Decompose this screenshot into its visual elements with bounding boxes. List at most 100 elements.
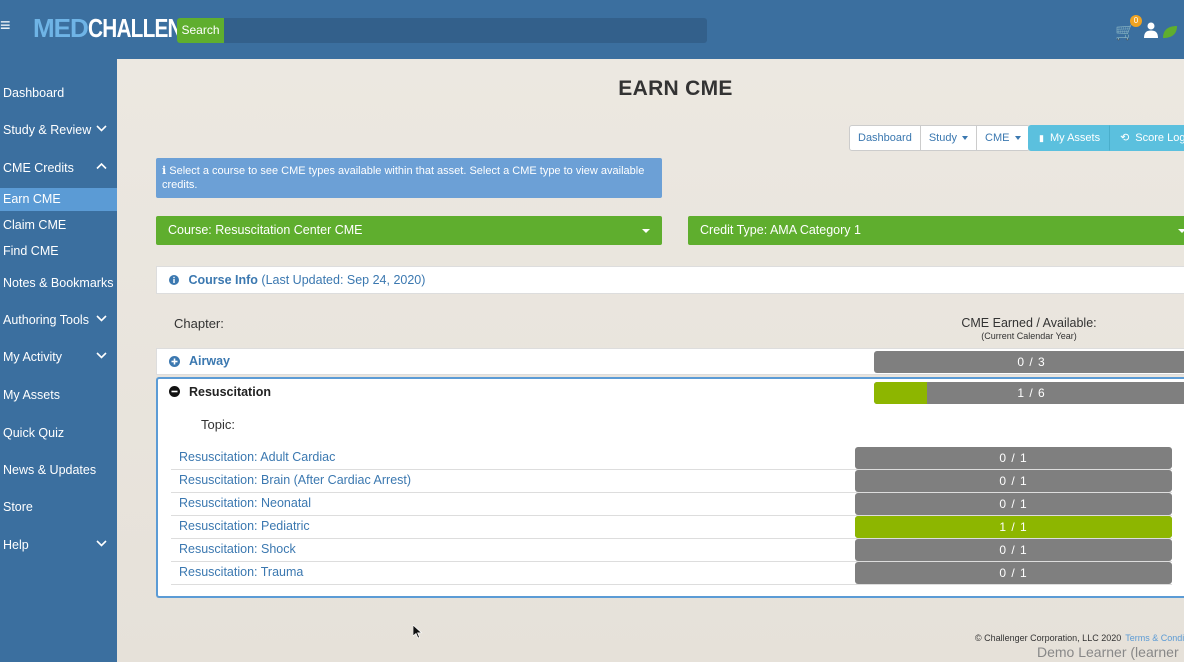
sidebar-item-label: Store bbox=[3, 500, 33, 514]
credit-type-select[interactable]: Credit Type: AMA Category 1 bbox=[688, 216, 1184, 245]
search-bar: Search bbox=[177, 18, 707, 43]
user-icon[interactable] bbox=[1144, 22, 1158, 38]
cme-dropdown-button[interactable]: CME bbox=[977, 125, 1030, 151]
cme-header-subtitle: (Current Calendar Year) bbox=[981, 331, 1077, 341]
topic-row: Resuscitation: Adult Cardiac 0 / 1 bbox=[171, 447, 1172, 470]
sidebar-item-label: Earn CME bbox=[3, 192, 61, 206]
sidebar-item-label: Authoring Tools bbox=[3, 313, 89, 327]
sidebar-item-news-updates[interactable]: News & Updates bbox=[0, 463, 117, 479]
study-button-label: Study bbox=[928, 132, 957, 144]
chevron-down-icon bbox=[96, 123, 107, 137]
sidebar-item-earn-cme[interactable]: Earn CME bbox=[0, 188, 117, 211]
book-icon: ▮ bbox=[1039, 133, 1044, 143]
leaf-icon[interactable] bbox=[1162, 25, 1178, 39]
sidebar-item-find-cme[interactable]: Find CME bbox=[0, 244, 117, 260]
topic-link[interactable]: Resuscitation: Neonatal bbox=[179, 496, 311, 510]
course-select[interactable]: Course: Resuscitation Center CME bbox=[156, 216, 662, 245]
topic-progress-bar: 0 / 1 bbox=[855, 447, 1172, 469]
topic-row: Resuscitation: Trauma 0 / 1 bbox=[171, 562, 1172, 585]
topic-progress-bar: 0 / 1 bbox=[855, 562, 1172, 584]
topic-progress-bar: 0 / 1 bbox=[855, 470, 1172, 492]
progress-text: 0 / 1 bbox=[999, 566, 1028, 580]
history-icon: ⟲ bbox=[1120, 132, 1130, 144]
sidebar-item-label: My Activity bbox=[3, 350, 63, 364]
minus-circle-icon bbox=[169, 386, 180, 397]
my-assets-button[interactable]: ▮ My Assets bbox=[1028, 125, 1110, 151]
sidebar-item-help[interactable]: Help bbox=[0, 538, 117, 554]
topic-link[interactable]: Resuscitation: Trauma bbox=[179, 565, 303, 579]
cme-column-header: CME Earned / Available: (Current Calenda… bbox=[937, 316, 1121, 342]
topic-row: Resuscitation: Shock 0 / 1 bbox=[171, 539, 1172, 562]
topic-progress-bar: 0 / 1 bbox=[855, 539, 1172, 561]
progress-text: 0 / 1 bbox=[999, 497, 1028, 511]
info-icon: ℹ bbox=[162, 165, 167, 177]
topic-link[interactable]: Resuscitation: Brain (After Cardiac Arre… bbox=[179, 473, 411, 487]
progress-text: 0 / 3 bbox=[1017, 355, 1046, 369]
topic-row: Resuscitation: Brain (After Cardiac Arre… bbox=[171, 470, 1172, 493]
info-alert-text: Select a course to see CME types availab… bbox=[162, 165, 645, 191]
chapter-progress-bar: 1 / 6 bbox=[874, 382, 1184, 404]
sidebar-item-label: Quick Quiz bbox=[3, 426, 65, 440]
sidebar-item-authoring-tools[interactable]: Authoring Tools bbox=[0, 313, 117, 329]
topic-link[interactable]: Resuscitation: Pediatric bbox=[179, 519, 310, 533]
topic-column-header: Topic: bbox=[201, 417, 235, 432]
topic-link[interactable]: Resuscitation: Adult Cardiac bbox=[179, 450, 335, 464]
topic-link[interactable]: Resuscitation: Shock bbox=[179, 542, 296, 556]
caret-down-icon bbox=[1178, 229, 1184, 233]
caret-down-icon bbox=[1014, 136, 1021, 141]
topic-progress-bar: 0 / 1 bbox=[855, 493, 1172, 515]
sidebar-item-label: Find CME bbox=[3, 244, 59, 258]
sidebar-item-my-activity[interactable]: My Activity bbox=[0, 350, 117, 366]
sidebar-item-quick-quiz[interactable]: Quick Quiz bbox=[0, 426, 117, 442]
progress-fill bbox=[874, 382, 927, 404]
sidebar-item-label: Help bbox=[3, 538, 29, 552]
page-title: EARN CME bbox=[618, 77, 733, 100]
sidebar-item-store[interactable]: Store bbox=[0, 500, 117, 516]
progress-text: 1 / 6 bbox=[1017, 386, 1046, 400]
sidebar-item-label: Notes & Bookmarks bbox=[3, 276, 114, 290]
footer-user-name: Demo Learner (learner bbox=[1037, 644, 1179, 660]
terms-link[interactable]: Terms & Conditions bbox=[1125, 633, 1184, 643]
search-input[interactable] bbox=[224, 18, 707, 43]
dashboard-button[interactable]: Dashboard bbox=[849, 125, 921, 151]
progress-text: 1 / 1 bbox=[999, 520, 1028, 534]
hamburger-menu-icon[interactable]: ≡ bbox=[0, 16, 12, 34]
logo-med: MED bbox=[33, 13, 89, 43]
progress-text: 0 / 1 bbox=[999, 543, 1028, 557]
sidebar-item-notes-bookmarks[interactable]: Notes & Bookmarks bbox=[0, 276, 117, 292]
sidebar-item-claim-cme[interactable]: Claim CME bbox=[0, 218, 117, 234]
dashboard-button-label: Dashboard bbox=[858, 132, 912, 144]
sidebar-item-label: Dashboard bbox=[3, 86, 65, 100]
cme-button-label: CME bbox=[985, 132, 1010, 144]
caret-down-icon bbox=[642, 229, 650, 233]
main-content: EARN CME Dashboard Study CME ▮ My Assets … bbox=[117, 59, 1184, 662]
cme-header-title: CME Earned / Available: bbox=[961, 316, 1097, 330]
chapter-progress-bar: 0 / 3 bbox=[874, 351, 1184, 373]
score-log-button[interactable]: ⟲ Score Log bbox=[1109, 125, 1184, 151]
progress-text: 0 / 1 bbox=[999, 474, 1028, 488]
sidebar-item-label: CME Credits bbox=[3, 161, 74, 175]
caret-down-icon bbox=[962, 136, 969, 141]
chevron-down-icon bbox=[96, 350, 107, 364]
my-assets-label: My Assets bbox=[1049, 132, 1101, 144]
course-info-label: Course Info bbox=[188, 273, 258, 287]
sidebar-item-dashboard[interactable]: Dashboard bbox=[0, 86, 117, 102]
chapter-title: Resuscitation bbox=[189, 385, 271, 399]
top-navbar: ≡ MEDCHALLENGER Search 🛒 0 bbox=[0, 0, 1184, 59]
chevron-down-icon bbox=[96, 538, 107, 552]
chapter-title: Airway bbox=[189, 354, 230, 368]
chapter-row-airway[interactable]: Airway 0 / 3 bbox=[156, 348, 1184, 375]
chapter-column-header: Chapter: bbox=[174, 316, 224, 331]
study-dropdown-button[interactable]: Study bbox=[920, 125, 978, 151]
course-select-value: Course: Resuscitation Center CME bbox=[168, 223, 363, 237]
sidebar-item-study-review[interactable]: Study & Review bbox=[0, 123, 117, 139]
search-button[interactable]: Search bbox=[177, 18, 224, 43]
score-log-label: Score Log bbox=[1135, 132, 1184, 144]
sidebar-item-label: Claim CME bbox=[3, 218, 67, 232]
asset-button-group: ▮ My Assets ⟲ Score Log bbox=[1028, 125, 1184, 151]
sidebar-item-my-assets[interactable]: My Assets bbox=[0, 388, 117, 404]
chevron-up-icon bbox=[96, 161, 107, 175]
course-info-panel[interactable]: Course Info (Last Updated: Sep 24, 2020) bbox=[156, 266, 1184, 294]
info-circle-icon bbox=[169, 275, 179, 285]
sidebar-item-cme-credits[interactable]: CME Credits bbox=[0, 161, 117, 177]
